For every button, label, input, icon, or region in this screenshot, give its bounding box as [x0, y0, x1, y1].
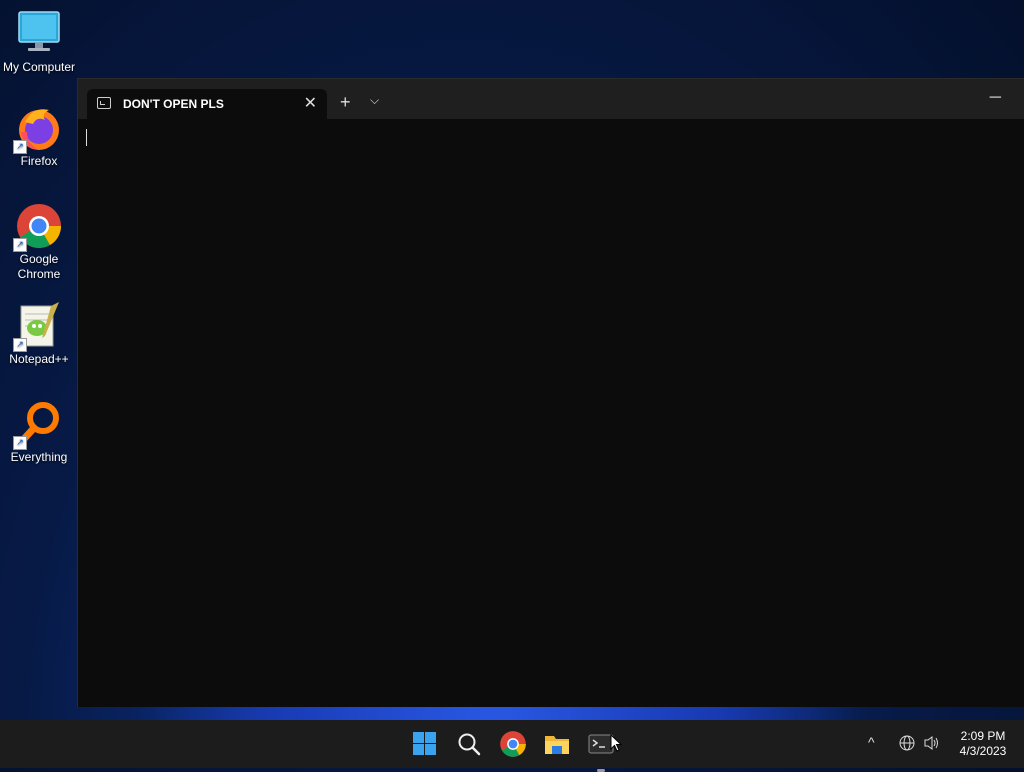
network-globe-icon[interactable]	[899, 735, 915, 751]
mouse-pointer-icon	[610, 733, 623, 752]
chevron-down-icon[interactable]: ⌵	[370, 93, 379, 108]
volume-icon[interactable]	[923, 735, 941, 751]
desktop-icon-label: My Computer	[2, 60, 76, 74]
chrome-icon[interactable]	[499, 730, 527, 758]
new-tab-button[interactable]: +	[340, 93, 351, 111]
chevron-up-icon[interactable]: ^	[868, 734, 875, 750]
desktop-icon-label: Firefox	[20, 154, 58, 168]
terminal-tab-icon	[97, 97, 111, 109]
firefox-icon: ↗	[13, 104, 63, 154]
desktop-icon-everything[interactable]: ↗ Everything	[0, 400, 78, 465]
shortcut-arrow-icon: ↗	[13, 140, 27, 154]
everything-icon: ↗	[13, 400, 63, 450]
terminal-window[interactable]: DON'T OPEN PLS ✕ + ⌵ ─	[77, 78, 1024, 707]
chrome-icon: ↗	[13, 202, 63, 252]
minimize-button[interactable]: ─	[990, 89, 1001, 107]
shortcut-arrow-icon: ↗	[13, 436, 27, 450]
clock[interactable]: 2:09 PM 4/3/2023	[950, 729, 1016, 759]
file-explorer-icon[interactable]	[543, 730, 571, 758]
taskbar: ^ 2:09 PM 4/3/2023	[0, 720, 1024, 772]
desktop-icon-notepadpp[interactable]: ↗ Notepad++	[0, 302, 78, 367]
clock-time: 2:09 PM	[960, 729, 1006, 743]
close-tab-icon[interactable]: ✕	[304, 93, 317, 113]
desktop-icon-google-chrome[interactable]: ↗ Google Chrome	[0, 202, 78, 282]
desktop-icon-my-computer[interactable]: My Computer	[0, 10, 78, 75]
start-icon[interactable]	[411, 730, 439, 758]
desktop-icon-label: Notepad++	[9, 352, 69, 366]
title-bar[interactable]: DON'T OPEN PLS ✕ + ⌵ ─	[78, 79, 1024, 119]
terminal-content[interactable]	[78, 119, 1024, 707]
text-cursor	[86, 129, 87, 146]
notepadpp-icon: ↗	[13, 302, 63, 352]
tab-title: DON'T OPEN PLS	[123, 97, 224, 111]
shortcut-arrow-icon: ↗	[13, 238, 27, 252]
tab-dont-open-pls[interactable]: DON'T OPEN PLS ✕	[87, 89, 327, 119]
desktop-icon-label: Google Chrome	[17, 252, 61, 281]
shortcut-arrow-icon: ↗	[13, 338, 27, 352]
clock-date: 4/3/2023	[959, 744, 1007, 758]
desktop-icon-firefox[interactable]: ↗ Firefox	[0, 104, 78, 169]
desktop-icon-label: Everything	[10, 450, 68, 464]
search-icon[interactable]	[455, 730, 483, 758]
monitor-icon	[15, 10, 63, 58]
